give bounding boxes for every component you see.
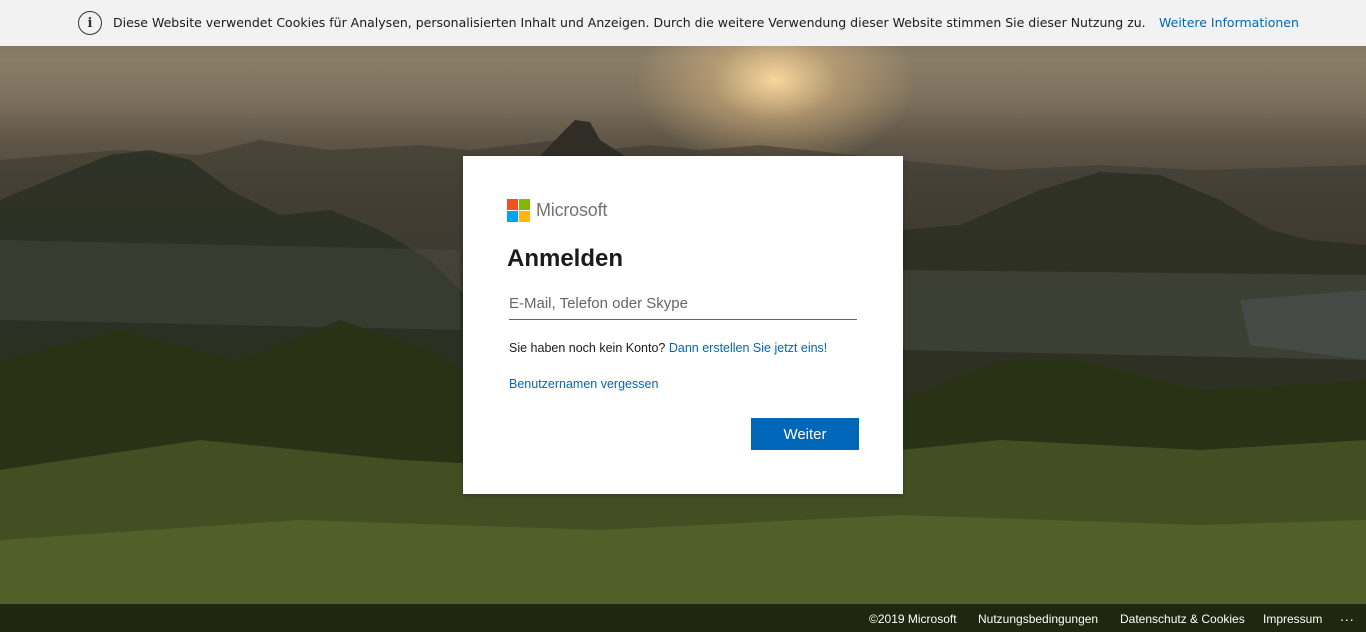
signin-card: Microsoft Anmelden Sie haben noch kein K… [463, 156, 903, 494]
forgot-username-link[interactable]: Benutzernamen vergessen [509, 377, 658, 391]
next-button[interactable]: Weiter [751, 418, 859, 450]
copyright-text: ©2019 Microsoft [869, 612, 957, 626]
create-account-link[interactable]: Dann erstellen Sie jetzt eins! [669, 341, 827, 355]
microsoft-logo: Microsoft [507, 199, 607, 222]
no-account-row: Sie haben noch kein Konto? Dann erstelle… [509, 341, 827, 355]
cookie-banner: i Diese Website verwendet Cookies für An… [0, 0, 1366, 46]
logo-square-blue [507, 211, 518, 222]
info-icon: i [78, 11, 102, 35]
cookie-banner-text: Diese Website verwendet Cookies für Anal… [113, 15, 1146, 30]
logo-square-red [507, 199, 518, 210]
no-account-text: Sie haben noch kein Konto? [509, 341, 666, 355]
privacy-link[interactable]: Datenschutz & Cookies [1120, 612, 1245, 626]
more-info-link[interactable]: Weitere Informationen [1159, 15, 1299, 30]
page-title: Anmelden [507, 245, 624, 272]
imprint-link[interactable]: Impressum [1263, 612, 1322, 626]
logo-square-yellow [519, 211, 530, 222]
terms-link[interactable]: Nutzungsbedingungen [978, 612, 1098, 626]
email-field[interactable] [509, 288, 857, 320]
footer: ©2019 Microsoft Nutzungsbedingungen Date… [0, 604, 1366, 632]
microsoft-logo-icon [507, 199, 530, 222]
logo-text: Microsoft [536, 200, 608, 220]
logo-square-green [519, 199, 530, 210]
more-options-icon[interactable]: ... [1340, 608, 1355, 624]
